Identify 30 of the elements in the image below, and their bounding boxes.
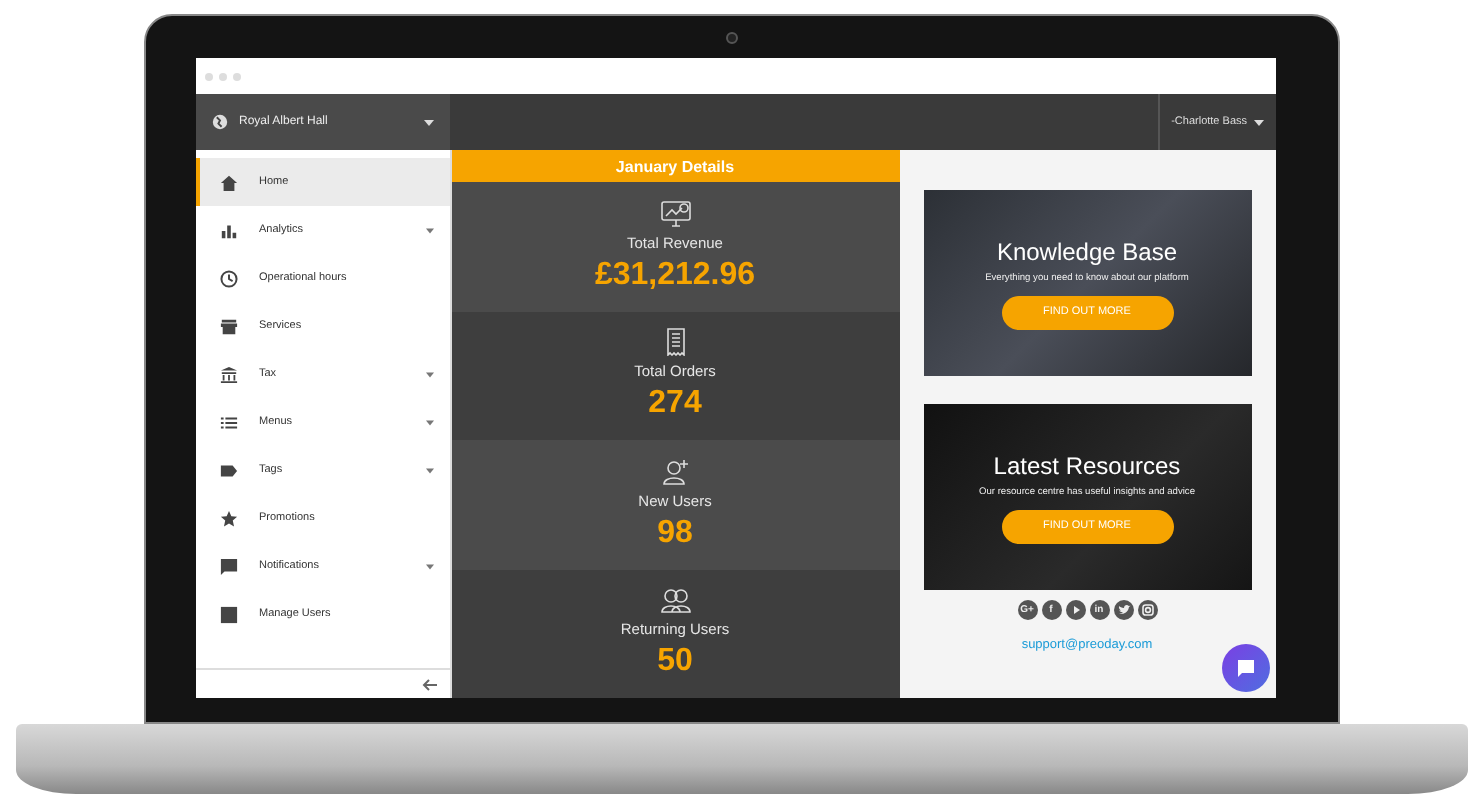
stat-value: 98 — [657, 515, 693, 552]
monitor-icon — [659, 199, 691, 228]
chat-button[interactable] — [1221, 644, 1269, 692]
caret-icon — [423, 119, 433, 125]
bars-icon — [219, 221, 237, 239]
add-user-icon — [659, 457, 691, 486]
card-title: Latest Resources — [993, 451, 1181, 479]
bird-icon[interactable] — [1113, 600, 1133, 620]
stat-value: £31,212.96 — [594, 257, 756, 294]
card-title: Knowledge Base — [996, 237, 1178, 265]
globe-icon — [211, 114, 227, 130]
window-controls-icon — [203, 71, 243, 81]
back-arrow-icon[interactable] — [421, 677, 437, 691]
message-icon — [219, 557, 237, 575]
stat-value: 274 — [648, 386, 702, 423]
caret-icon — [1253, 119, 1263, 125]
list-icon — [219, 413, 237, 431]
section-title: January Details — [451, 150, 899, 182]
bank-icon — [219, 365, 237, 383]
play-icon[interactable] — [1065, 600, 1085, 620]
chat-bubble-icon — [1235, 658, 1255, 678]
clock-icon — [219, 269, 237, 287]
tag-icon — [219, 461, 237, 479]
home-icon — [219, 173, 237, 191]
star-icon — [219, 509, 237, 527]
camera-icon[interactable] — [1137, 600, 1157, 620]
store-icon — [219, 317, 237, 335]
stat-value: 50 — [657, 644, 693, 681]
users-icon — [659, 586, 691, 615]
camera-icon — [725, 32, 737, 44]
